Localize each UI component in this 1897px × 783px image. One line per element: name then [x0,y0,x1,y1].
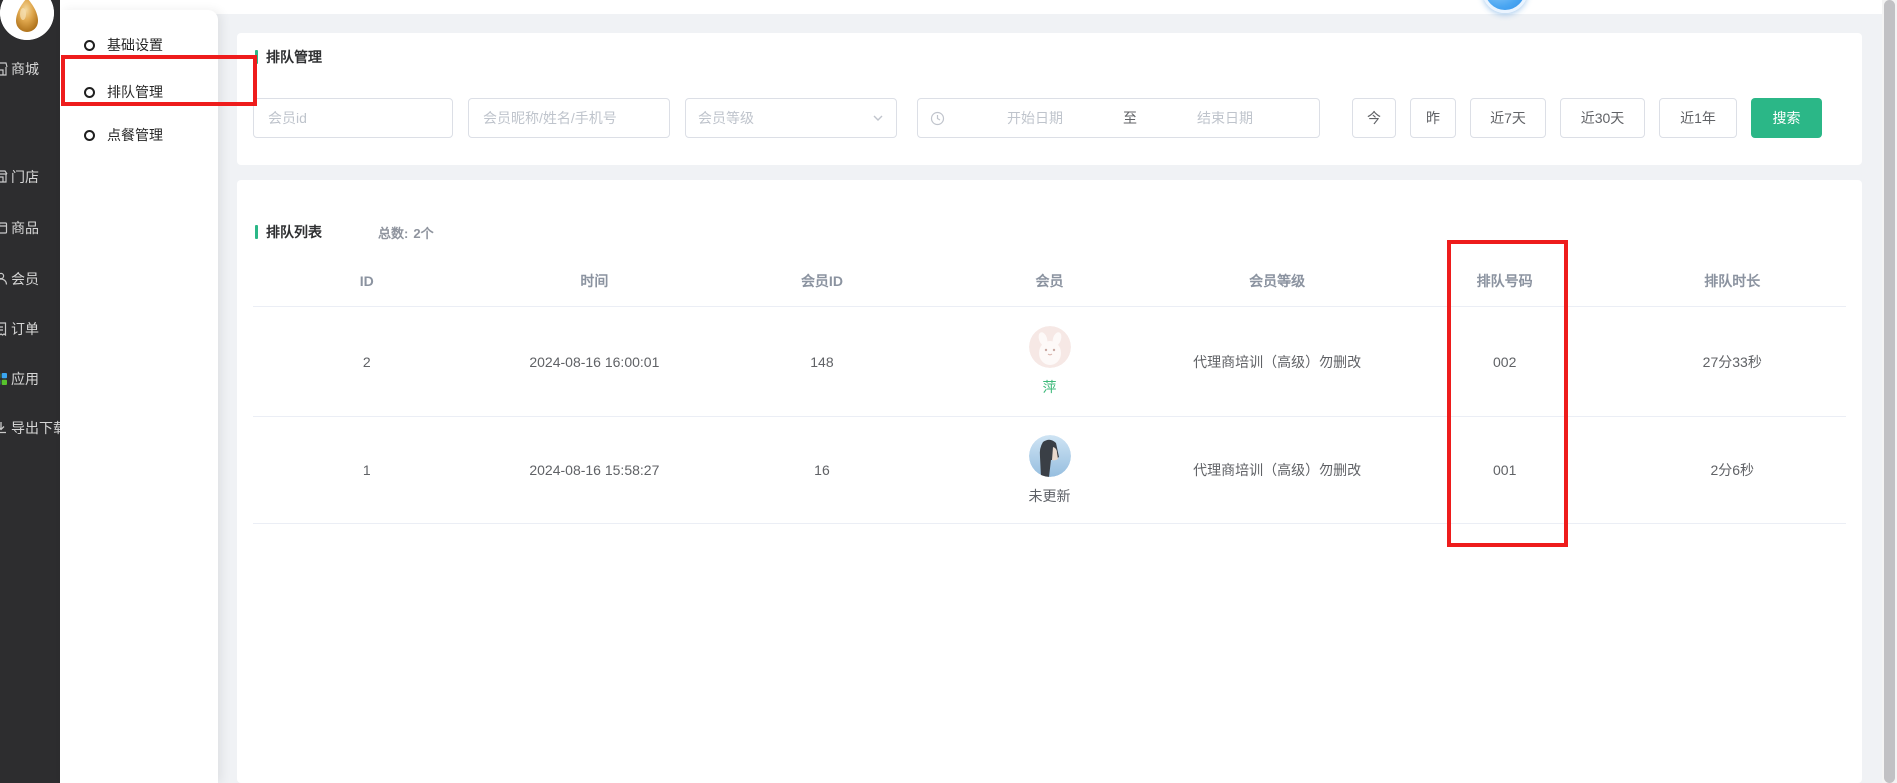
order-receipt-icon [0,321,9,337]
table-header-row: ID 时间 会员ID 会员 会员等级 排队号码 排队时长 [253,255,1846,307]
queue-table: ID 时间 会员ID 会员 会员等级 排队号码 排队时长 2 2024-08-1… [253,255,1846,524]
sidebar-item-label: 应用 [11,369,39,389]
sidebar-item-label: 商品 [11,218,39,238]
store-logo-avatar[interactable] [0,0,54,40]
cell-time: 2024-08-16 15:58:27 [481,417,709,523]
sidebar-item-label: 门店 [11,167,39,187]
table-row: 1 2024-08-16 15:58:27 16 未更新 代理商培训（高级）勿删 [253,417,1846,524]
sidebar-item-order[interactable]: 订单 [0,315,60,343]
column-header-queue-duration: 排队时长 [1618,255,1846,306]
column-header-time: 时间 [481,255,709,306]
member-person-icon [0,271,9,287]
cell-time: 2024-08-16 16:00:01 [481,307,709,416]
sidebar-item-mall[interactable]: 商城 [0,55,60,83]
cell-id: 1 [253,417,481,523]
sidebar-item-member[interactable]: 会员 [0,265,60,293]
cell-member-level: 代理商培训（高级）勿删改 [1163,307,1391,416]
member-name[interactable]: 萍 [1043,377,1057,397]
member-id-input[interactable] [253,98,453,138]
cell-member-id: 16 [708,417,936,523]
table-row: 2 2024-08-16 16:00:01 148 萍 代理商培训（高级）勿删改 [253,307,1846,417]
sidebar-item-export-download[interactable]: 导出下载 [0,414,60,442]
member-name-input[interactable] [468,98,670,138]
shop-icon [0,61,9,77]
primary-sidebar: 商城 门店 商品 会员 订单 应用 导出下载 [0,0,60,783]
cell-member: 萍 [936,307,1164,416]
scrollbar-thumb[interactable] [1884,0,1895,783]
queue-filter-card: 排队管理 会员等级 开始日期 至 结束日期 今 昨 近7天 近30天 近1年 搜… [237,33,1862,165]
page-title: 排队管理 [266,47,322,67]
apps-grid-icon [0,371,9,387]
search-button[interactable]: 搜索 [1751,98,1822,138]
yesterday-button[interactable]: 昨 [1410,98,1456,138]
cell-queue-number: 002 [1391,307,1619,416]
start-date-placeholder[interactable]: 开始日期 [953,108,1117,128]
queue-list-card: 排队列表 总数: 2个 ID 时间 会员ID 会员 会员等级 排队号码 排队时长… [237,180,1862,783]
perfume-bottle-image [0,0,54,40]
column-header-id: ID [253,255,481,306]
member-avatar-image [1029,326,1071,368]
date-separator: 至 [1117,108,1143,128]
total-label: 总数: [378,223,408,242]
sidebar-item-apps[interactable]: 应用 [0,365,60,393]
last-7-days-button[interactable]: 近7天 [1470,98,1546,138]
radio-circle-icon [84,40,95,51]
member-avatar-image [1029,435,1071,477]
total-value: 2个 [413,223,433,242]
cell-member-id: 148 [708,307,936,416]
submenu-item-label: 点餐管理 [107,125,163,145]
cell-queue-number: 001 [1391,417,1619,523]
sidebar-item-label: 订单 [11,319,39,339]
total-count: 总数: 2个 [378,223,434,242]
submenu-item-queue-management[interactable]: 排队管理 [60,72,218,112]
clock-icon [930,111,945,126]
date-range-picker[interactable]: 开始日期 至 结束日期 [917,98,1320,138]
member-level-select[interactable]: 会员等级 [685,98,897,138]
last-1-year-button[interactable]: 近1年 [1659,98,1737,138]
submenu-item-basic-settings[interactable]: 基础设置 [60,25,218,65]
submenu-item-ordering-management[interactable]: 点餐管理 [60,115,218,155]
storefront-icon [0,169,9,185]
submenu-item-label: 基础设置 [107,35,163,55]
today-button[interactable]: 今 [1352,98,1396,138]
cell-queue-duration: 2分6秒 [1618,417,1846,523]
column-header-queue-number: 排队号码 [1391,255,1619,306]
member-avatar[interactable] [1029,435,1071,477]
sidebar-item-label: 商城 [11,59,39,79]
title-accent-bar [255,225,258,239]
filter-row: 会员等级 开始日期 至 结束日期 今 昨 近7天 近30天 近1年 搜索 [253,98,1822,138]
column-header-member-level: 会员等级 [1163,255,1391,306]
cell-member-level: 代理商培训（高级）勿删改 [1163,417,1391,523]
chevron-down-icon [872,112,884,124]
list-title: 排队列表 [266,222,322,242]
list-card-title: 排队列表 总数: 2个 [255,222,434,242]
cell-member: 未更新 [936,417,1164,523]
member-level-placeholder: 会员等级 [698,108,754,128]
cell-id: 2 [253,307,481,416]
end-date-placeholder[interactable]: 结束日期 [1143,108,1307,128]
title-accent-bar [255,50,258,64]
filter-card-title: 排队管理 [255,47,322,67]
radio-circle-icon [84,130,95,141]
last-30-days-button[interactable]: 近30天 [1560,98,1645,138]
cell-queue-duration: 27分33秒 [1618,307,1846,416]
sidebar-item-label: 导出下载 [11,418,60,438]
member-name[interactable]: 未更新 [1029,486,1071,506]
submenu-item-label: 排队管理 [107,82,163,102]
radio-circle-icon [84,87,95,98]
sidebar-item-label: 会员 [11,269,39,289]
member-avatar[interactable] [1029,326,1071,368]
download-icon [0,420,9,436]
sidebar-item-store[interactable]: 门店 [0,163,60,191]
sidebar-item-goods[interactable]: 商品 [0,214,60,242]
user-avatar[interactable] [1482,0,1528,13]
column-header-member: 会员 [936,255,1164,306]
vertical-scrollbar[interactable] [1882,0,1897,783]
quick-date-buttons: 今 昨 近7天 近30天 近1年 搜索 [1352,98,1822,138]
column-header-member-id: 会员ID [708,255,936,306]
secondary-sidebar: 基础设置 排队管理 点餐管理 [60,10,218,783]
goods-box-icon [0,220,9,236]
